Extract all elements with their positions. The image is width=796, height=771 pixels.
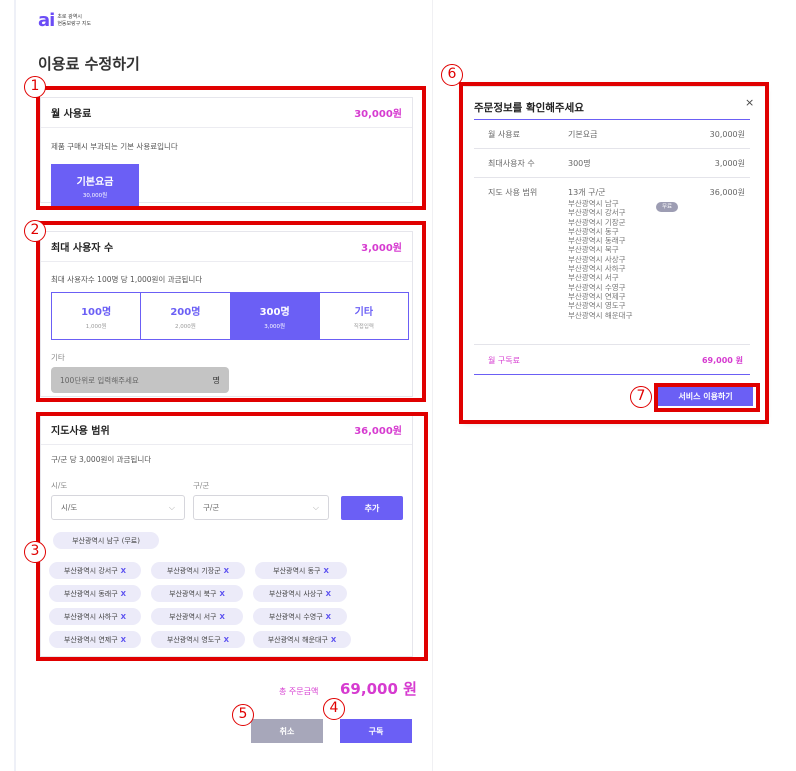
left-edge-bar <box>14 0 16 771</box>
panel-divider <box>432 0 433 771</box>
annotation-marker-6: 6 <box>441 64 463 86</box>
annotation-marker-3: 3 <box>24 541 46 563</box>
logo-line1: 초로 광역시 <box>57 14 82 20</box>
subscribe-button[interactable]: 구독 <box>340 719 412 743</box>
highlight-box-3 <box>36 412 428 661</box>
brand-logo[interactable]: ai 초로 광역시 현동보랑구 지도 <box>38 12 91 30</box>
logo-mark: ai <box>38 10 55 31</box>
logo-text: 초로 광역시 현동보랑구 지도 <box>57 14 91 28</box>
annotation-marker-4: 4 <box>323 698 345 720</box>
page-title: 이용료 수정하기 <box>38 55 140 73</box>
total-order-label: 총 주문금액 <box>279 687 319 696</box>
highlight-box-6 <box>459 82 769 424</box>
highlight-box-7 <box>654 383 760 412</box>
total-order-value: 69,000 원 <box>340 680 417 698</box>
logo-line2: 현동보랑구 지도 <box>57 21 92 27</box>
highlight-box-1 <box>36 86 426 210</box>
annotation-marker-2: 2 <box>24 220 46 242</box>
annotation-marker-7: 7 <box>630 386 652 408</box>
cancel-button[interactable]: 취소 <box>251 719 323 743</box>
highlight-box-2 <box>36 221 426 402</box>
annotation-marker-5: 5 <box>232 704 254 726</box>
annotation-marker-1: 1 <box>24 76 46 98</box>
